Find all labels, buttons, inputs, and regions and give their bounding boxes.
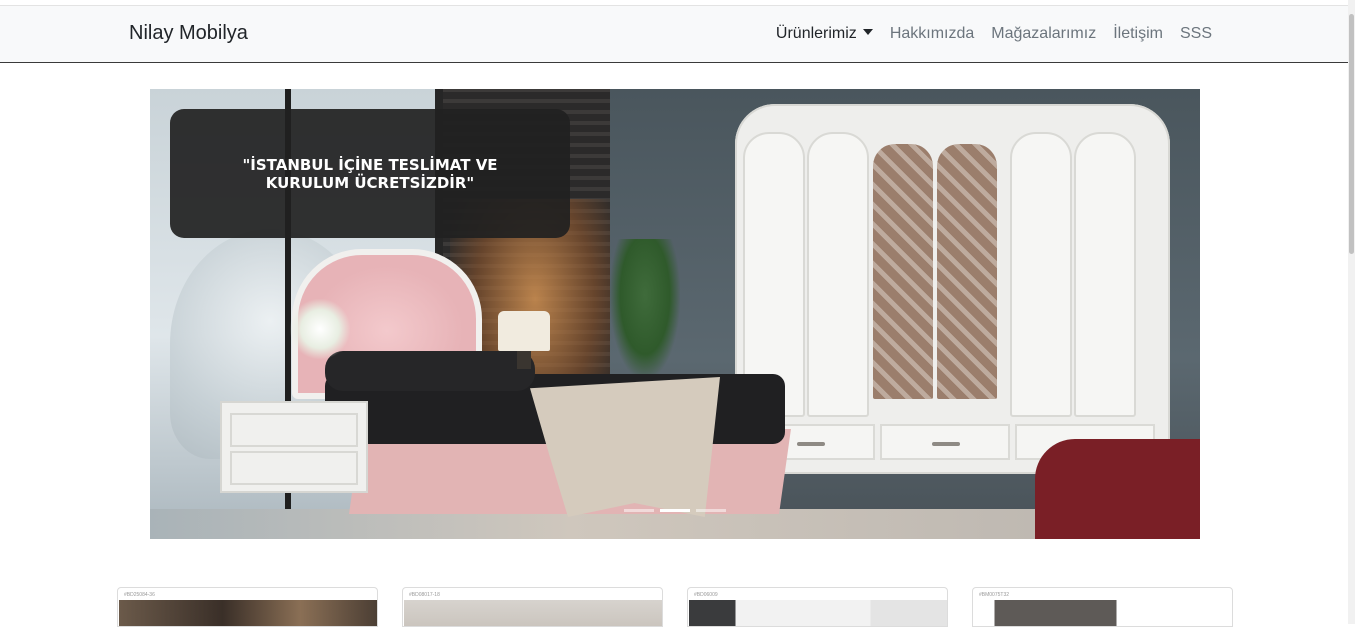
wardrobe-drawer [880,424,1010,460]
nav-links: Ürünlerimiz Hakkımızda Mağazalarımız İle… [776,25,1212,43]
slide-flowers [290,299,350,359]
nav-item-products[interactable]: Ürünlerimiz [776,25,873,43]
page-scrollbar[interactable] [1348,0,1355,624]
nav-item-stores[interactable]: Mağazalarımız [991,25,1096,43]
product-card[interactable]: #BD06009 [687,587,948,627]
slide-armchair [1035,439,1200,539]
brand-logo[interactable]: Nilay Mobilya [129,22,248,45]
carousel-indicator[interactable] [696,509,726,512]
product-image[interactable] [404,600,662,626]
lamp-shade [498,311,550,351]
wardrobe-door [1010,132,1072,417]
nav-item-about[interactable]: Hakkımızda [890,25,974,43]
product-image[interactable] [119,600,377,626]
carousel-caption: "İSTANBUL İÇİNE TESLİMAT VE KURULUM ÜCRE… [170,109,570,238]
slide-plant [610,239,680,379]
nightstand [220,401,368,493]
scrollbar-thumb[interactable] [1349,14,1354,254]
nightstand-drawer [230,413,358,447]
product-card[interactable]: #BM0075T32 [972,587,1233,627]
wardrobe-mirror-door [873,144,933,399]
carousel-indicator-active[interactable] [660,509,690,512]
lamp-base [517,351,531,369]
wardrobe-image [735,104,1170,474]
carousel-caption-text: "İSTANBUL İÇİNE TESLİMAT VE KURULUM ÜCRE… [242,155,498,192]
drawer-handle [932,442,960,446]
wardrobe-mirror-door [937,144,997,399]
carousel-indicator[interactable] [624,509,654,512]
bed-pillow [325,351,535,391]
product-code: #BD08017-18 [409,592,440,598]
nav-item-faq[interactable]: SSS [1180,25,1212,43]
chevron-down-icon [862,29,873,35]
nav-item-products-label: Ürünlerimiz [775,25,857,42]
product-card[interactable]: #BD25084-36 [117,587,378,627]
product-card[interactable]: #BD08017-18 [402,587,663,627]
product-code: #BM0075T32 [979,592,1010,598]
product-code: #BD06009 [694,592,718,598]
carousel-indicators [624,509,726,512]
wardrobe-door [807,132,869,417]
nightstand-drawer [230,451,358,485]
product-image[interactable] [689,600,947,626]
product-image[interactable] [974,600,1232,626]
nav-item-contact[interactable]: İletişim [1113,25,1163,43]
wardrobe-door [1074,132,1136,417]
product-cards: #BD25084-36 #BD08017-18 #BD06009 #BM0075… [117,587,1234,627]
drawer-handle [797,442,825,446]
hero-carousel[interactable]: "İSTANBUL İÇİNE TESLİMAT VE KURULUM ÜCRE… [150,89,1200,539]
product-code: #BD25084-36 [124,592,155,598]
navbar: Nilay Mobilya Ürünlerimiz Hakkımızda Mağ… [0,6,1348,63]
